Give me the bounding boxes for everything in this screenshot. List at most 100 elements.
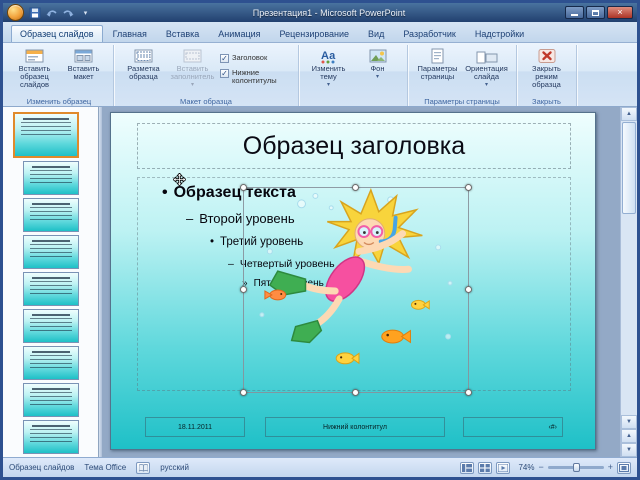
selection-handle[interactable] (352, 389, 359, 396)
checkbox-label: Заголовок (232, 53, 268, 62)
slide-orientation-icon (476, 47, 498, 64)
insert-slide-master-button[interactable]: Вставить образец слайдов (10, 46, 59, 90)
date-text: 18.11.2011 (178, 423, 212, 431)
button-label: Вставить макет (67, 64, 100, 81)
minimize-button[interactable] (565, 6, 584, 19)
tab-insert[interactable]: Вставка (157, 25, 208, 42)
svg-text:Аа: Аа (321, 50, 336, 62)
slide-thumbnail[interactable] (23, 420, 79, 454)
qat-customize-icon[interactable]: ▾ (78, 6, 93, 20)
button-label: Ориентация слайда (465, 64, 508, 81)
tab-developer[interactable]: Разработчик (394, 25, 464, 42)
next-slide-button[interactable]: ▼ (621, 443, 637, 457)
selection-handle[interactable] (240, 286, 247, 293)
slide-thumbnail[interactable] (23, 161, 79, 195)
button-label: Закрыть режим образца (532, 64, 561, 89)
insert-layout-button[interactable]: Вставить макет (59, 46, 108, 82)
button-label: Изменить тему (311, 64, 346, 81)
date-placeholder[interactable]: 18.11.2011 (145, 417, 245, 437)
tab-home[interactable]: Главная (104, 25, 156, 42)
normal-view-button[interactable] (460, 461, 475, 474)
close-button[interactable]: × (607, 6, 633, 19)
selection-handle[interactable] (240, 184, 247, 191)
vertical-scrollbar[interactable]: ▲ ▼ ▲ ▼ (620, 107, 637, 457)
save-icon[interactable] (27, 6, 42, 20)
title-checkbox[interactable]: ✓ Заголовок (220, 54, 291, 63)
slide-thumbnail[interactable] (23, 346, 79, 380)
selection-handle[interactable] (465, 389, 472, 396)
zoom-out-button[interactable]: − (538, 463, 543, 472)
checkbox-checked-icon: ✓ (220, 54, 229, 63)
group-close: Закрыть режим образца Закрыть (517, 45, 577, 106)
ribbon-tab-bar: Образец слайдов Главная Вставка Анимация… (3, 22, 637, 43)
office-button[interactable] (7, 4, 24, 21)
slide-sorter-view-button[interactable] (478, 461, 493, 474)
powerpoint-window: ▾ Презентация1 - Microsoft PowerPoint × … (0, 0, 640, 480)
move-cursor-icon (172, 172, 187, 191)
slide-thumbnail[interactable] (23, 235, 79, 269)
slide-thumbnail[interactable] (23, 198, 79, 232)
thumbnail-text-lines (30, 170, 72, 184)
selection-handle[interactable] (352, 184, 359, 191)
zoom-slider[interactable] (547, 463, 604, 472)
spellcheck-icon[interactable] (136, 461, 151, 474)
redo-icon[interactable] (61, 6, 76, 20)
master-layout-icon (134, 47, 154, 64)
previous-slide-button[interactable]: ▲ (621, 429, 637, 443)
maximize-icon (592, 9, 599, 16)
background-styles-button[interactable]: Фон ▾ (353, 46, 402, 81)
thumbnail-text-lines (30, 318, 72, 332)
button-label: Фон (370, 64, 385, 73)
undo-icon[interactable] (44, 6, 59, 20)
scrollbar-track[interactable] (621, 215, 637, 415)
slide-thumbnail[interactable] (23, 272, 79, 306)
thumbnail-text-lines (30, 207, 72, 221)
statusbar: Образец слайдов Тема Office русский 74% … (3, 457, 637, 477)
thumbnail-title-line (32, 425, 70, 427)
edit-theme-button[interactable]: Аа Изменить тему ▾ (304, 46, 353, 89)
slide-thumbnail[interactable] (13, 112, 79, 158)
close-master-view-button[interactable]: Закрыть режим образца (522, 46, 571, 90)
thumbnails-panel (3, 107, 99, 457)
zoom-in-button[interactable]: + (608, 463, 613, 472)
tab-slide-master[interactable]: Образец слайдов (11, 25, 103, 42)
page-setup-button[interactable]: Параметры страницы (413, 46, 462, 82)
selected-picture[interactable] (240, 184, 472, 396)
slide-canvas[interactable]: Образец заголовка • Образец текста – Вто… (110, 112, 596, 450)
master-layout-button[interactable]: Разметка образца (119, 46, 168, 82)
dropdown-arrow-icon: ▾ (190, 81, 194, 88)
zoom-level-label[interactable]: 74% (514, 463, 534, 472)
title-placeholder[interactable]: Образец заголовка (137, 123, 571, 169)
minimize-icon (571, 14, 578, 16)
slide-orientation-button[interactable]: Ориентация слайда ▾ (462, 46, 511, 89)
tab-addins[interactable]: Надстройки (466, 25, 533, 42)
thumbnail-title-line (32, 277, 70, 279)
slideshow-view-button[interactable] (496, 461, 511, 474)
fit-to-window-button[interactable] (617, 461, 631, 474)
view-mode-label: Образец слайдов (9, 463, 75, 472)
selection-handle[interactable] (240, 389, 247, 396)
thumbnail-title-line (32, 240, 70, 242)
tab-view[interactable]: Вид (359, 25, 393, 42)
slide-thumbnail[interactable] (23, 383, 79, 417)
slide-thumbnail[interactable] (23, 309, 79, 343)
bullet-glyph: • (162, 184, 168, 201)
insert-placeholder-button[interactable]: Вставить заполнитель ▾ (168, 46, 217, 89)
maximize-button[interactable] (586, 6, 605, 19)
slide-number-placeholder[interactable]: ‹#› (463, 417, 563, 437)
scroll-down-button[interactable]: ▼ (621, 415, 637, 429)
selection-handle[interactable] (465, 184, 472, 191)
page-setup-icon (428, 47, 448, 64)
tab-animation[interactable]: Анимация (209, 25, 269, 42)
zoom-slider-thumb[interactable] (572, 463, 580, 472)
footers-checkbox[interactable]: ✓ Нижние колонтитулы (220, 69, 291, 85)
dropdown-arrow-icon: ▾ (326, 81, 330, 88)
scroll-up-button[interactable]: ▲ (621, 107, 637, 121)
theme-name-label: Тема Office (84, 463, 127, 472)
footer-placeholder[interactable]: Нижний колонтитул (265, 417, 445, 437)
slide-editor: Образец заголовка • Образец текста – Вто… (102, 107, 620, 457)
thumbnail-title-line (32, 314, 70, 316)
tab-review[interactable]: Рецензирование (271, 25, 359, 42)
selection-handle[interactable] (465, 286, 472, 293)
scrollbar-thumb[interactable] (622, 122, 636, 214)
